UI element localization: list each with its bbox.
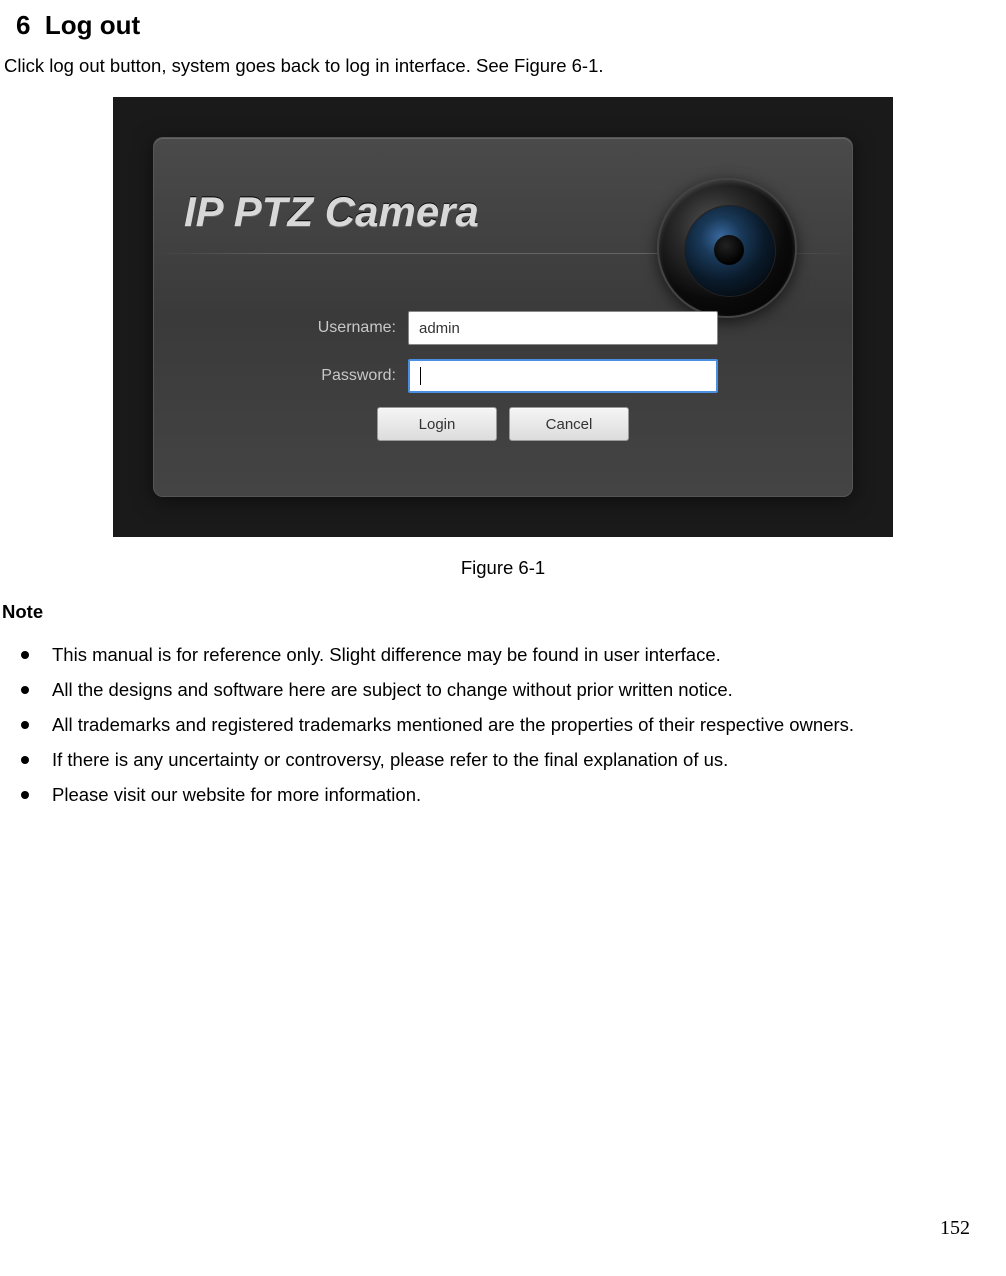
username-input[interactable]: admin <box>408 311 718 345</box>
text-cursor <box>420 367 421 385</box>
page-number: 152 <box>940 1217 970 1240</box>
cancel-button[interactable]: Cancel <box>509 407 629 441</box>
username-value: admin <box>419 320 460 337</box>
login-panel: IP PTZ Camera Username: admin Password: <box>153 137 853 497</box>
list-item: All trademarks and registered trademarks… <box>4 707 1002 742</box>
figure-caption: Figure 6-1 <box>0 557 1006 579</box>
section-heading: 6 Log out <box>0 0 1006 41</box>
button-row: Login Cancel <box>288 407 718 441</box>
note-heading: Note <box>0 601 1006 623</box>
password-row: Password: <box>288 359 718 393</box>
figure-wrapper: IP PTZ Camera Username: admin Password: <box>0 97 1006 537</box>
list-item: This manual is for reference only. Sligh… <box>4 637 1002 672</box>
section-number: 6 <box>16 10 30 40</box>
intro-text: Click log out button, system goes back t… <box>0 55 1006 77</box>
camera-lens-icon <box>657 178 797 318</box>
login-button[interactable]: Login <box>377 407 497 441</box>
section-title: Log out <box>45 10 140 40</box>
login-form: Username: admin Password: Login Cancel <box>288 311 718 441</box>
password-label: Password: <box>288 367 408 385</box>
list-item: If there is any uncertainty or controver… <box>4 742 1002 777</box>
password-input[interactable] <box>408 359 718 393</box>
login-screenshot: IP PTZ Camera Username: admin Password: <box>113 97 893 537</box>
username-row: Username: admin <box>288 311 718 345</box>
list-item: All the designs and software here are su… <box>4 672 1002 707</box>
list-item: Please visit our website for more inform… <box>4 777 1002 812</box>
username-label: Username: <box>288 319 408 337</box>
note-list: This manual is for reference only. Sligh… <box>0 637 1006 812</box>
